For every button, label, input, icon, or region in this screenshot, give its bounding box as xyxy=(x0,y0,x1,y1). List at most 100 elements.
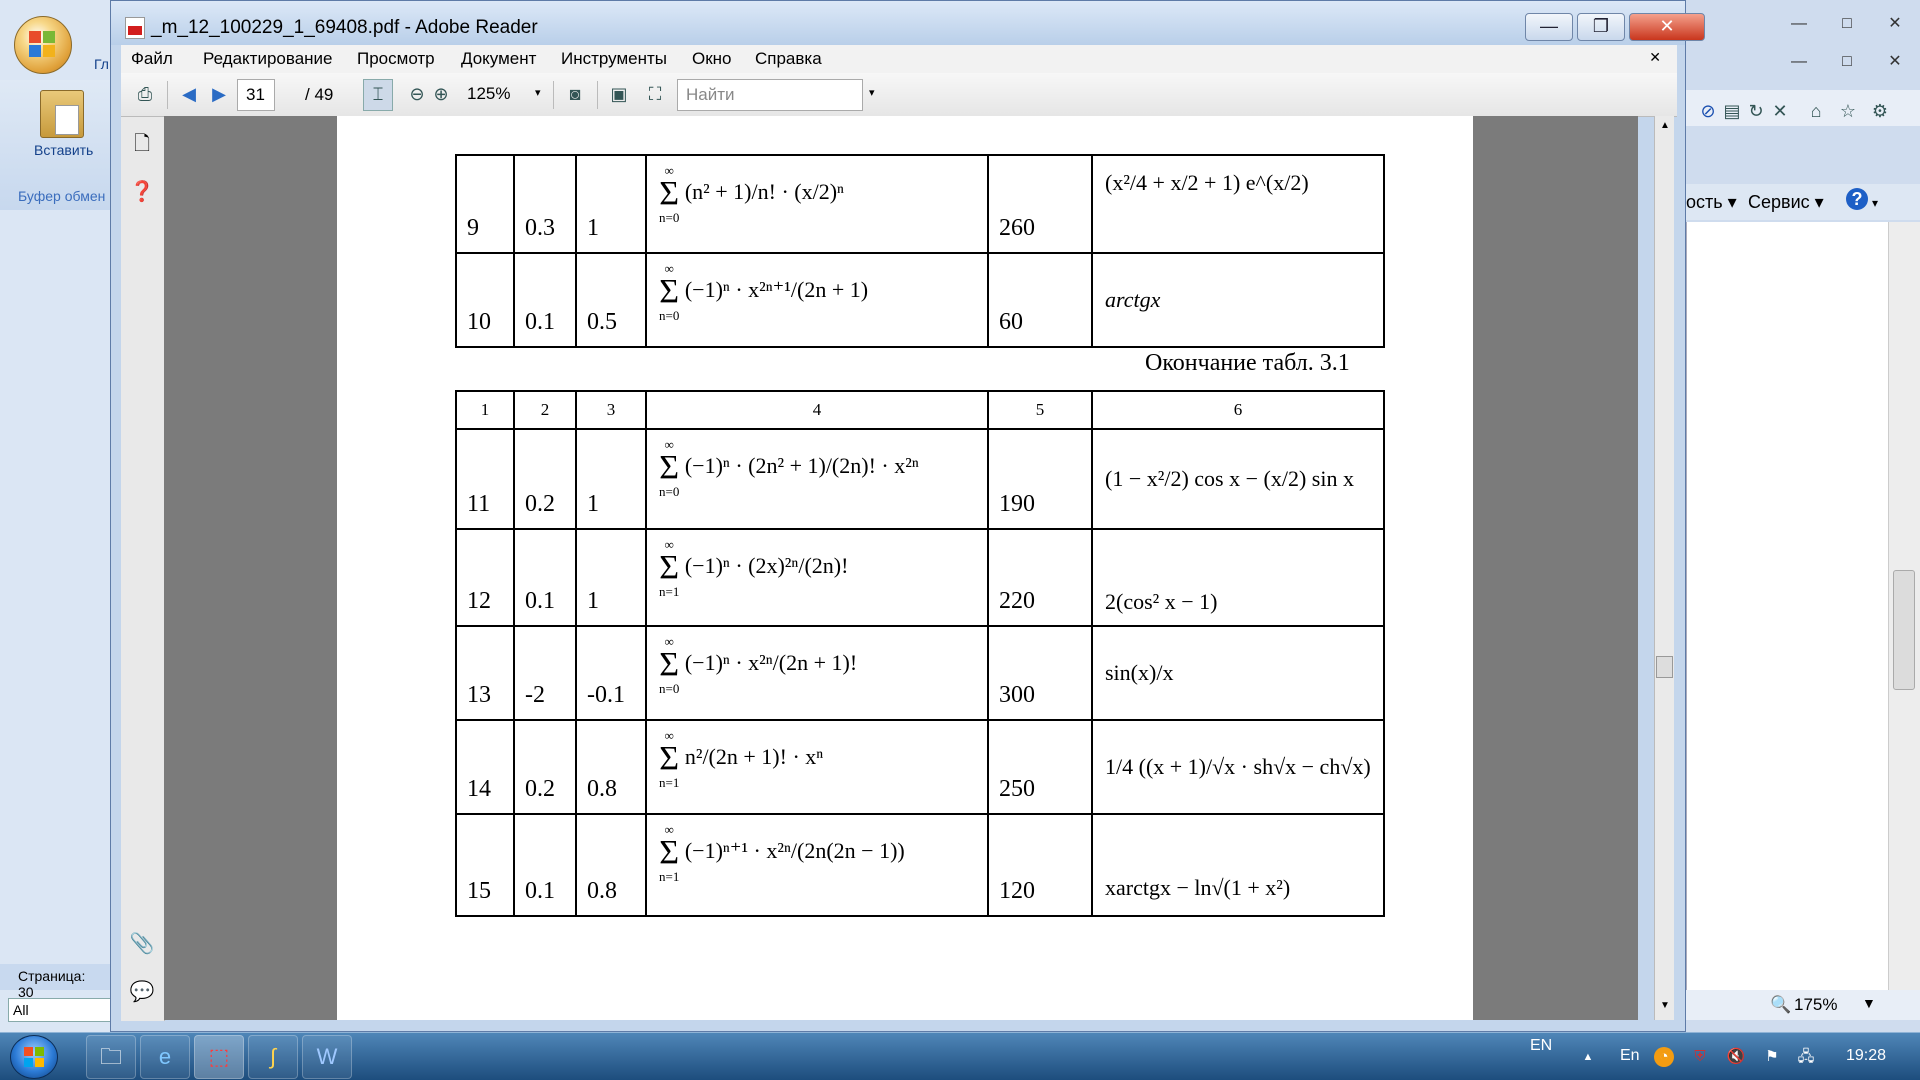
help-icon[interactable]: ? xyxy=(1846,188,1868,210)
header-cell: 1 xyxy=(455,390,515,430)
zoom-level[interactable]: 175% xyxy=(1794,995,1837,1015)
network-icon[interactable]: 🖧 xyxy=(1796,1047,1816,1067)
zoom-level-input[interactable]: 125% xyxy=(459,79,535,111)
clipboard-group-label: Буфер обмен xyxy=(18,188,106,204)
mathcad-icon[interactable]: ∫ xyxy=(248,1035,298,1079)
header-cell: 2 xyxy=(513,390,577,430)
minimize-icon[interactable]: — xyxy=(1776,14,1822,36)
paste-button-label[interactable]: Вставить xyxy=(34,142,93,158)
explorer-folder-icon[interactable]: 🗀 xyxy=(86,1035,136,1079)
volume-muted-icon[interactable]: 🔇 xyxy=(1726,1047,1746,1067)
menu-window[interactable]: Окно xyxy=(692,49,732,69)
next-page-icon[interactable]: ▶ xyxy=(207,83,231,105)
pdf-file-icon xyxy=(125,17,145,39)
help-icon[interactable]: ❓ xyxy=(129,179,155,205)
fit-page-icon[interactable]: ▣ xyxy=(607,83,631,105)
previous-page-icon[interactable]: ◀ xyxy=(177,83,201,105)
toolbar-divider xyxy=(167,81,168,109)
zoom-out-icon[interactable]: ⊖ xyxy=(405,83,429,105)
ie-vertical-scrollbar[interactable] xyxy=(1888,222,1920,990)
menu-tools[interactable]: Инструменты xyxy=(561,49,667,69)
cell-b: 0.5 xyxy=(575,252,647,348)
menu-help[interactable]: Справка xyxy=(755,49,822,69)
show-hidden-icons-icon[interactable]: ▲ xyxy=(1578,1047,1598,1067)
favorites-star-icon[interactable]: ☆ xyxy=(1836,100,1860,122)
cell-series: ∞ Σn=0 (−1)ⁿ · (2n² + 1)/(2n)! · x²ⁿ xyxy=(645,428,989,530)
safety-menu[interactable]: ость ▾ xyxy=(1686,192,1737,213)
sum-lower: n=1 xyxy=(659,869,680,884)
keyboard-layout[interactable]: En xyxy=(1620,1047,1640,1065)
close-icon[interactable]: ✕ xyxy=(1768,100,1792,122)
chevron-down-icon[interactable]: ▾ xyxy=(869,86,875,99)
word-style-box[interactable]: All xyxy=(8,998,120,1022)
maximize-icon[interactable]: □ xyxy=(1824,52,1870,74)
menu-file[interactable]: Файл xyxy=(131,49,173,69)
page-number-input[interactable]: 31 xyxy=(237,79,275,111)
close-document-icon[interactable]: ✕ xyxy=(1649,49,1661,66)
minimize-icon[interactable]: — xyxy=(1776,52,1822,74)
close-icon[interactable]: ✕ xyxy=(1872,14,1918,36)
navigation-pane: 🗋 ❓ 📎 💬 xyxy=(121,117,165,1021)
close-icon[interactable]: ✕ xyxy=(1872,52,1918,74)
menu-edit[interactable]: Редактирование xyxy=(203,49,333,69)
start-button[interactable] xyxy=(10,1035,58,1079)
scroll-down-icon[interactable]: ▼ xyxy=(1660,1000,1670,1011)
vertical-scrollbar[interactable]: ▲ ▼ xyxy=(1654,116,1674,1020)
maximize-icon[interactable]: □ xyxy=(1824,14,1870,36)
language-indicator[interactable]: EN xyxy=(1530,1037,1552,1055)
action-center-flag-icon[interactable]: ⚑ xyxy=(1762,1047,1782,1067)
cell-number: 13 xyxy=(455,625,515,721)
snapshot-camera-icon[interactable]: ◙ xyxy=(563,83,587,105)
print-icon[interactable]: ⎙ xyxy=(133,83,157,105)
minimize-button[interactable]: — xyxy=(1525,13,1573,41)
cell-a: -2 xyxy=(513,625,577,721)
scrollbar-thumb[interactable] xyxy=(1656,656,1673,678)
internet-explorer-icon[interactable]: e xyxy=(140,1035,190,1079)
table-row: 10 0.1 0.5 ∞ Σn=0 (−1)ⁿ · x²ⁿ⁺¹/(2n + 1) … xyxy=(455,252,1385,348)
adobe-reader-icon[interactable]: ⬚ xyxy=(194,1035,244,1079)
cell-a: 0.3 xyxy=(513,154,577,254)
cell-series: ∞ Σn=0 (−1)ⁿ · x²ⁿ⁺¹/(2n + 1) xyxy=(645,252,989,348)
series-term: n²/(2n + 1)! · xⁿ xyxy=(684,744,824,770)
word-icon[interactable]: W xyxy=(302,1035,352,1079)
paste-icon[interactable] xyxy=(40,90,84,138)
clock[interactable]: 19:28 xyxy=(1846,1047,1886,1065)
update-icon[interactable]: ◔ xyxy=(1654,1047,1674,1067)
maximize-button[interactable]: ❐ xyxy=(1577,13,1625,41)
cell-number: 14 xyxy=(455,719,515,815)
antivirus-shield-icon[interactable]: ⛨ xyxy=(1690,1047,1710,1067)
chevron-down-icon[interactable]: ▾ xyxy=(1872,196,1878,210)
tools-gear-icon[interactable]: ⚙ xyxy=(1868,100,1892,122)
cell-function: (x²/4 + x/2 + 1) e^(x/2) xyxy=(1091,154,1385,254)
fit-width-icon[interactable]: ⛶ xyxy=(643,83,667,105)
cell-function: 2(cos² x − 1) xyxy=(1091,528,1385,627)
scrollbar-thumb[interactable] xyxy=(1893,570,1915,690)
search-input[interactable]: Найти xyxy=(677,79,863,111)
scroll-up-icon[interactable]: ▲ xyxy=(1660,120,1670,131)
home-icon[interactable]: ⌂ xyxy=(1804,100,1828,122)
attachment-paperclip-icon[interactable]: 📎 xyxy=(129,931,155,957)
cell-k: 250 xyxy=(987,719,1093,815)
page-total: / 49 xyxy=(305,85,334,104)
menu-document[interactable]: Документ xyxy=(461,49,536,69)
stop-icon[interactable]: ⊘ xyxy=(1696,100,1720,122)
chevron-down-icon[interactable]: ▼ xyxy=(1862,995,1876,1011)
cell-number: 9 xyxy=(455,154,515,254)
cell-function: (1 − x²/2) cos x − (x/2) sin x xyxy=(1091,428,1385,530)
close-button[interactable]: ✕ xyxy=(1629,13,1705,41)
ribbon-tab-home[interactable]: Гл xyxy=(94,56,109,72)
comments-icon[interactable]: 💬 xyxy=(129,979,155,1005)
refresh-icon[interactable]: ↻ xyxy=(1744,100,1768,122)
menu-view[interactable]: Просмотр xyxy=(357,49,435,69)
service-menu[interactable]: Сервис ▾ xyxy=(1748,192,1824,213)
zoom-in-icon[interactable]: ⊕ xyxy=(429,83,453,105)
cell-b: 0.8 xyxy=(575,813,647,917)
pdf-page: 9 0.3 1 ∞ Σn=0 (n² + 1)/n! · (x/2)ⁿ 260 (… xyxy=(337,116,1473,1020)
chevron-down-icon[interactable]: ▾ xyxy=(535,86,541,99)
pages-icon[interactable]: 🗋 xyxy=(129,131,155,157)
office-button[interactable] xyxy=(14,16,72,74)
cell-a: 0.2 xyxy=(513,719,577,815)
compat-icon[interactable]: ▤ xyxy=(1720,100,1744,122)
ie-toolbar: ⊘ ▤ ↻ ✕ ⌂ ☆ ⚙ xyxy=(1686,90,1920,126)
header-cell: 4 xyxy=(645,390,989,430)
